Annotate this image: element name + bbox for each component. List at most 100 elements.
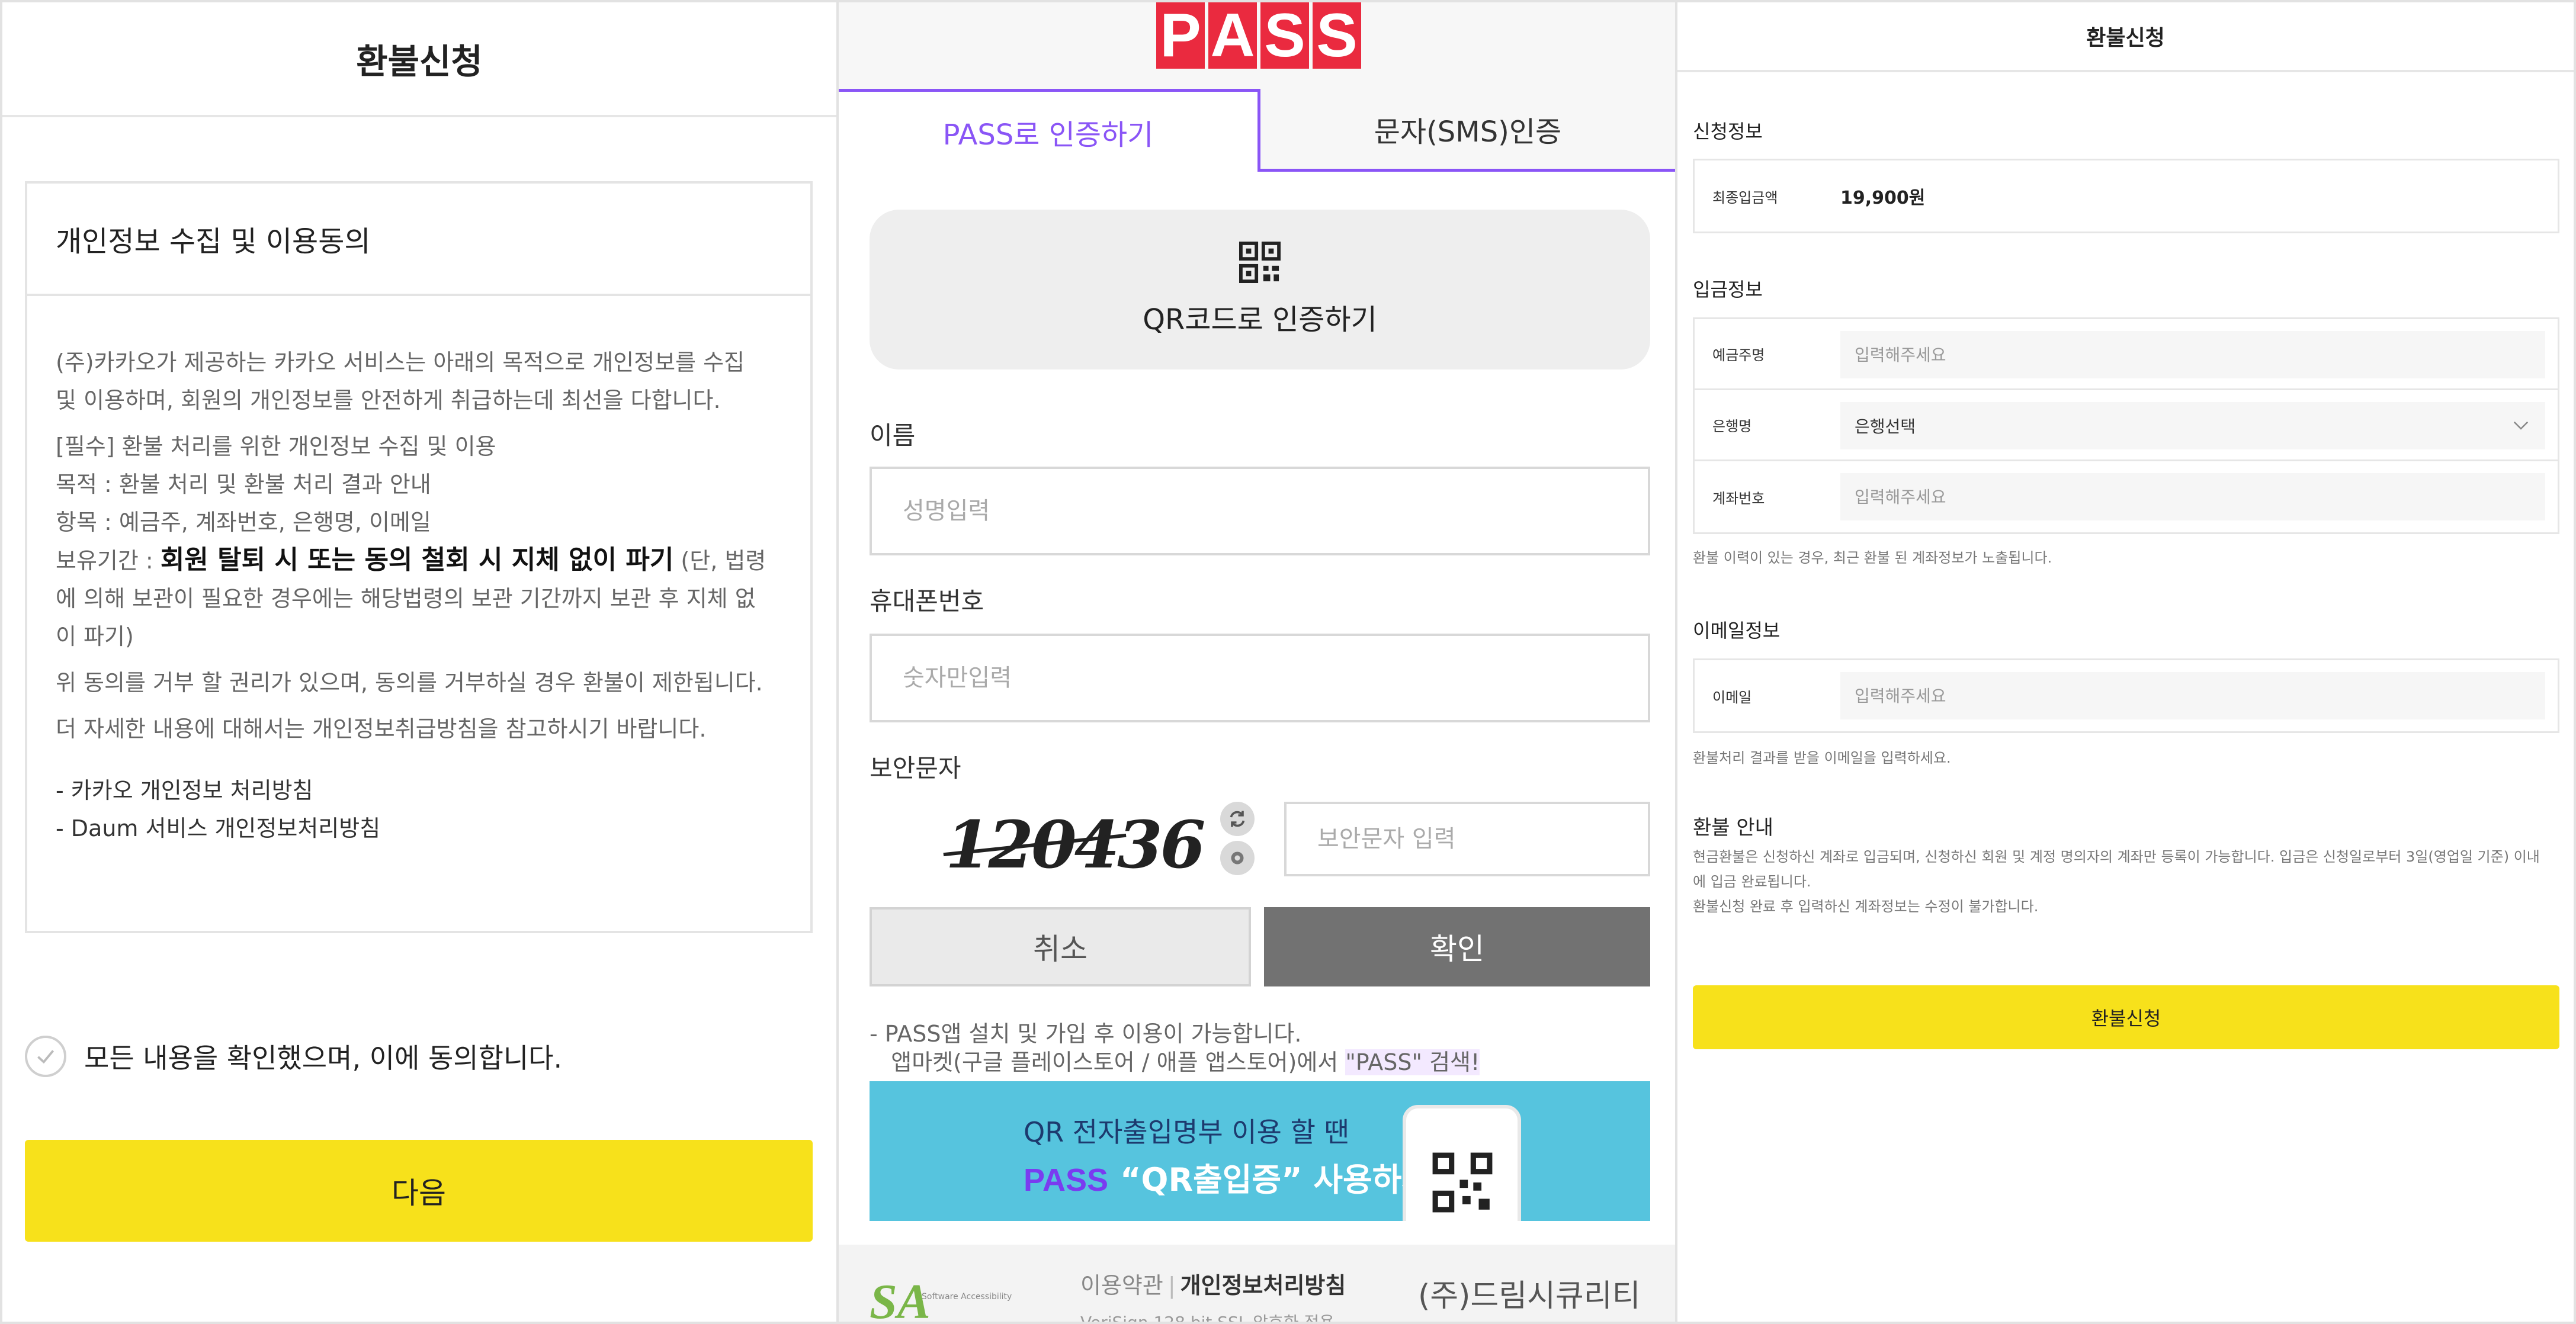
consent-items: 항목 : 예금주, 계좌번호, 은행명, 이메일 (56, 509, 431, 535)
consent-body: (주)카카오가 제공하는 카카오 서비스는 아래의 목적으로 개인정보를 수집 … (27, 296, 810, 847)
confirm-button[interactable]: 확인 (1264, 907, 1650, 986)
consent-retention: 보유기간 : 회원 탈퇴 시 또는 동의 철회 시 지체 없이 파기 (단, 법… (56, 541, 782, 580)
bank-select[interactable]: 은행선택 (1840, 402, 2545, 449)
agree-label: 모든 내용을 확인했으며, 이에 동의합니다. (84, 1042, 563, 1074)
bank-select-value: 은행선택 (1855, 417, 1916, 436)
pass-logo-letter: S (1260, 2, 1309, 70)
email-input[interactable] (1840, 672, 2545, 719)
pass-logo-letter: P (1156, 2, 1205, 70)
retention-suffix: 에 의해 보관이 필요한 경우에는 해당법령의 보관 기간까지 보관 후 지체 … (56, 586, 756, 612)
footer-divider: | (1167, 1272, 1176, 1299)
apply-info-box: 최종입금액 19,900원 (1693, 159, 2559, 233)
qr-entry-banner[interactable]: QR 전자출입명부 이용 할 땐 PASS “QR출입증” 사용하자! (870, 1081, 1650, 1221)
email-section-title: 이메일정보 (1693, 619, 1781, 642)
dreamsecurity-logo: (주)드림시큐리티 (1418, 1278, 1641, 1314)
guide-line: 환불신청 완료 후 입력하신 계좌정보는 수정이 불가합니다. (1693, 898, 2039, 915)
refund-guide-title: 환불 안내 (1693, 816, 1773, 840)
footer-links: 이용약관 | 개인정보처리방침 (1080, 1267, 1346, 1300)
consent-detail: [필수] 환불 처리를 위한 개인정보 수집 및 이용 목적 : 환불 처리 및… (56, 428, 782, 655)
final-amount-row: 최종입금액 19,900원 (1695, 160, 2558, 232)
page-title: 환불신청 (356, 41, 483, 82)
check-icon[interactable] (25, 1036, 66, 1077)
captcha-image: 120436 (945, 806, 1205, 883)
next-button[interactable]: 다음 (25, 1140, 813, 1242)
refund-form-panel: 환불신청 신청정보 최종입금액 19,900원 입금정보 예금주명 은행명 은행… (1675, 0, 2576, 1324)
refresh-icon[interactable] (1220, 802, 1255, 836)
qr-auth-label: QR코드로 인증하기 (1143, 303, 1377, 336)
consent-intro-line: 및 이용하며, 회원의 개인정보를 안전하게 취급하는데 최선을 다합니다. (56, 387, 721, 413)
account-input[interactable] (1840, 473, 2545, 520)
qr-code-icon (1239, 242, 1281, 283)
refund-submit-button[interactable]: 환불신청 (1693, 985, 2559, 1049)
name-label: 이름 (870, 421, 916, 450)
pass-top-bar: P A S S (839, 2, 1675, 91)
cancel-button[interactable]: 취소 (870, 907, 1251, 986)
pass-auth-panel: P A S S PASS로 인증하기 문자(SMS)인증 QR코드로 인증하기 … (839, 0, 1675, 1324)
holder-input[interactable] (1840, 331, 2545, 378)
qr-auth-button[interactable]: QR코드로 인증하기 (870, 210, 1650, 369)
verisign-note: VeriSign 128 bit SSL 암호화 적용 (1080, 1313, 1334, 1324)
consent-header: 환불신청 (2, 2, 836, 117)
privacy-link[interactable]: 개인정보처리방침 (1180, 1272, 1346, 1299)
page-title: 환불신청 (2086, 26, 2165, 50)
final-amount-value: 19,900원 (1840, 188, 1926, 208)
email-row: 이메일 (1695, 660, 2558, 731)
pass-logo: P A S S (1156, 2, 1361, 70)
daum-privacy-link[interactable]: - Daum 서비스 개인정보처리방침 (56, 809, 782, 847)
banner-pass: PASS (1024, 1162, 1109, 1198)
consent-box: 개인정보 수집 및 이용동의 (주)카카오가 제공하는 카카오 서비스는 아래의… (25, 181, 813, 933)
bank-row: 은행명 은행선택 (1695, 390, 2558, 461)
audio-icon[interactable] (1220, 841, 1255, 875)
consent-more: 더 자세한 내용에 대해서는 개인정보취급방침을 참고하시기 바랍니다. (56, 716, 707, 742)
bank-label: 은행명 (1712, 418, 1752, 435)
consent-refuse: 위 동의를 거부 할 권리가 있으며, 동의를 거부하실 경우 환불이 제한됩니… (56, 670, 763, 696)
notice-line: - PASS앱 설치 및 가입 후 이용이 가능합니다. (870, 1021, 1302, 1047)
final-amount-label: 최종입금액 (1712, 189, 1778, 206)
email-note: 환불처리 결과를 받을 이메일을 입력하세요. (1693, 750, 1951, 766)
consent-intro-line: (주)카카오가 제공하는 카카오 서비스는 아래의 목적으로 개인정보를 수집 (56, 349, 745, 375)
refund-guide: 현금환불은 신청하신 계좌로 입금되며, 신청하신 회원 및 계정 명의자의 계… (1693, 844, 2564, 919)
consent-panel: 환불신청 개인정보 수집 및 이용동의 (주)카카오가 제공하는 카카오 서비스… (0, 0, 839, 1324)
name-input[interactable] (870, 467, 1650, 555)
pass-logo-letter: A (1208, 2, 1257, 70)
notice-line: 앱마켓(구글 플레이스토어 / 애플 앱스토어)에서 "PASS" 검색! (870, 1048, 1480, 1076)
banner-line: QR 전자출입명부 이용 할 땐 (1024, 1116, 1349, 1148)
banner-line: “QR출입증” 사용하자! (1120, 1161, 1446, 1198)
pass-logo-letter: S (1313, 2, 1361, 70)
retention-suffix: 이 파기) (56, 624, 134, 650)
terms-link[interactable]: 이용약관 (1080, 1272, 1163, 1299)
deposit-info-box: 예금주명 은행명 은행선택 계좌번호 (1693, 317, 2559, 534)
kakao-privacy-link[interactable]: - 카카오 개인정보 처리방침 (56, 772, 782, 809)
apply-section-title: 신청정보 (1693, 120, 1763, 143)
guide-line: 에 입금 완료됩니다. (1693, 873, 1811, 890)
account-row: 계좌번호 (1695, 461, 2558, 532)
notice-text: 앱마켓(구글 플레이스토어 / 애플 앱스토어)에서 (870, 1049, 1346, 1075)
phone-input[interactable] (870, 634, 1650, 722)
email-label: 이메일 (1712, 689, 1752, 706)
sa-logo-sub: Software Accessibility (922, 1292, 1012, 1301)
chevron-down-icon (2513, 421, 2529, 430)
consent-box-title: 개인정보 수집 및 이용동의 (56, 225, 371, 258)
consent-required: [필수] 환불 처리를 위한 개인정보 수집 및 이용 (56, 433, 496, 459)
account-label: 계좌번호 (1712, 490, 1765, 507)
holder-label: 예금주명 (1712, 347, 1765, 364)
consent-purpose: 목적 : 환불 처리 및 환불 처리 결과 안내 (56, 471, 431, 497)
qr-code-icon (1432, 1152, 1493, 1213)
tab-sms-auth[interactable]: 문자(SMS)인증 (1260, 89, 1675, 172)
captcha-input[interactable] (1284, 802, 1650, 876)
deposit-note: 환불 이력이 있는 경우, 최근 환불 된 계좌정보가 노출됩니다. (1693, 549, 2052, 566)
refund-header: 환불신청 (1677, 2, 2574, 72)
tab-pass-auth[interactable]: PASS로 인증하기 (839, 89, 1260, 172)
consent-intro: (주)카카오가 제공하는 카카오 서비스는 아래의 목적으로 개인정보를 수집 … (56, 343, 782, 419)
captcha-label: 보안문자 (870, 754, 961, 783)
retention-prefix: 보유기간 : (56, 548, 161, 574)
phone-illustration (1403, 1105, 1521, 1221)
retention-suffix: (단, 법령 (673, 548, 766, 574)
agree-checkbox[interactable]: 모든 내용을 확인했으며, 이에 동의합니다. (25, 1036, 562, 1077)
email-info-box: 이메일 (1693, 658, 2559, 733)
policy-links: - 카카오 개인정보 처리방침 - Daum 서비스 개인정보처리방침 (56, 772, 782, 847)
deposit-section-title: 입금정보 (1693, 278, 1763, 301)
pass-footer: SA Software Accessibility 이용약관 | 개인정보처리방침 … (839, 1245, 1675, 1324)
banner-headline: PASS “QR출입증” 사용하자! (1024, 1153, 1446, 1200)
consent-box-header: 개인정보 수집 및 이용동의 (27, 184, 810, 296)
